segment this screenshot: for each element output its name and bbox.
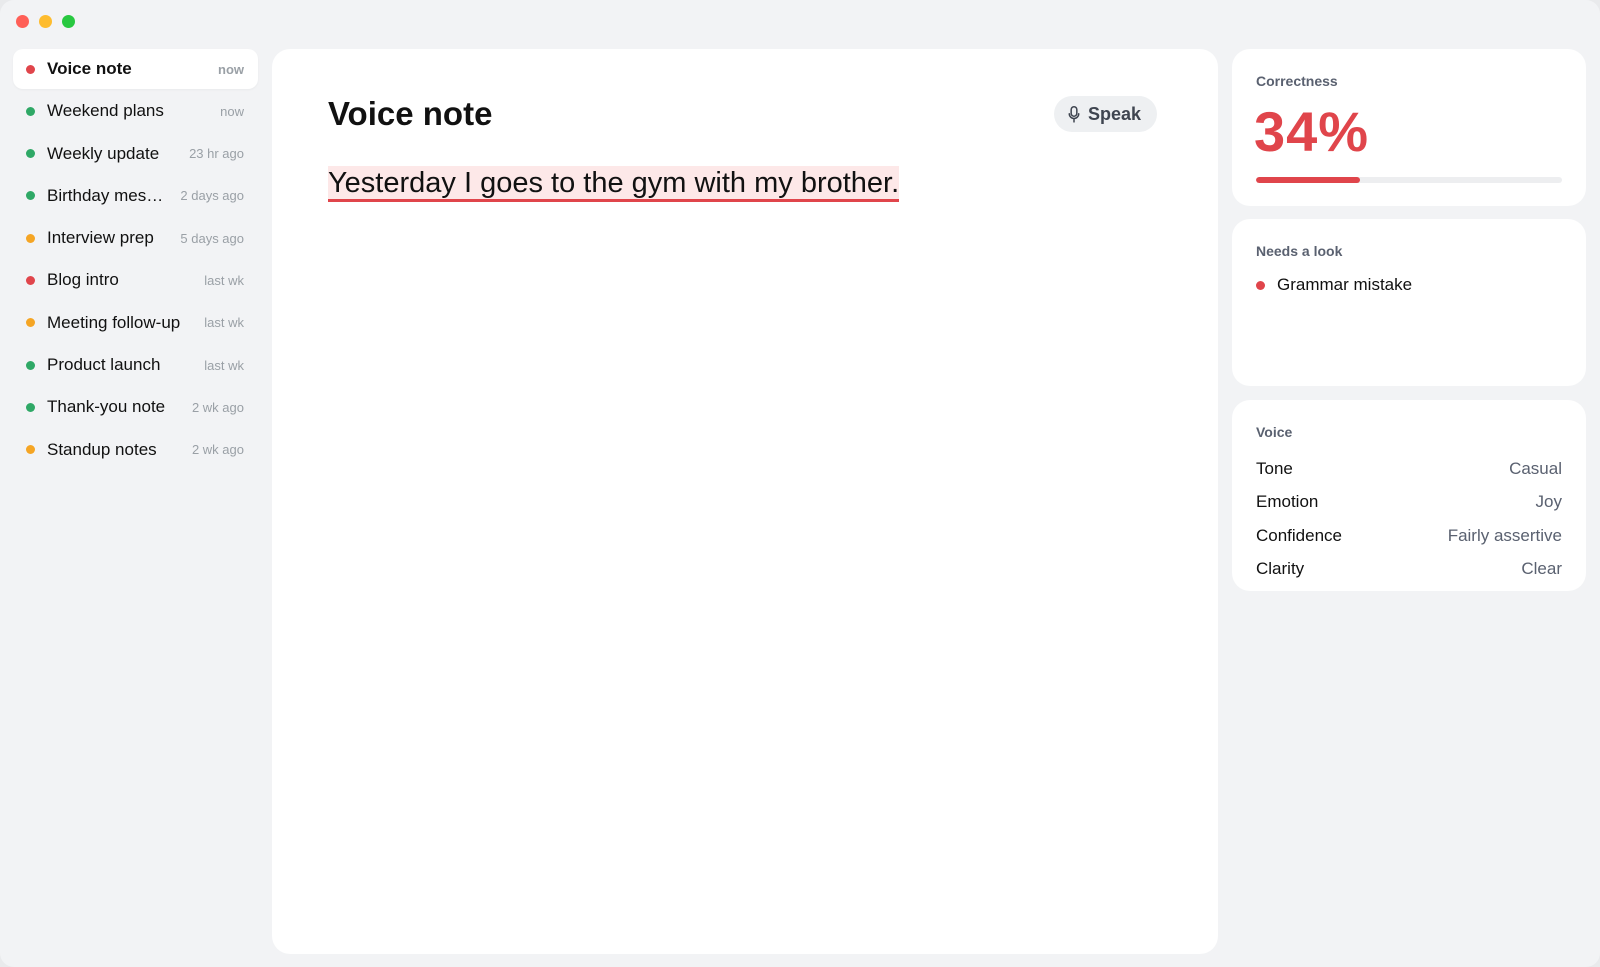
correctness-card: Correctness 34% [1232, 49, 1586, 206]
voice-label: Voice [1256, 424, 1293, 440]
close-window-button[interactable] [16, 15, 29, 28]
document-list-item[interactable]: Interview prep 5 days ago [13, 218, 258, 258]
document-title: Blog intro [47, 270, 119, 290]
document-time: last wk [204, 272, 244, 288]
document-time: 2 days ago [180, 188, 244, 204]
correctness-progress-bar [1256, 177, 1562, 183]
document-list-item[interactable]: Weekend plans now [13, 91, 258, 131]
document-list-item[interactable]: Blog intro last wk [13, 260, 258, 300]
minimize-window-button[interactable] [39, 15, 52, 28]
issue-label: Grammar mistake [1277, 275, 1413, 294]
issue-item[interactable]: Grammar mistake [1256, 275, 1412, 295]
flagged-sentence[interactable]: Yesterday I goes to the gym with my brot… [328, 166, 900, 202]
status-dot [26, 318, 35, 328]
status-dot [26, 402, 35, 412]
voice-value: Fairly assertive [1447, 525, 1562, 545]
document-title: Product launch [47, 355, 161, 375]
document-time: now [218, 61, 244, 77]
voice-key: Emotion [1256, 492, 1319, 512]
document-list-item[interactable]: Meeting follow-up last wk [13, 303, 258, 343]
document-time: last wk [204, 315, 244, 331]
voice-key: Clarity [1256, 559, 1305, 579]
voice-key: Confidence [1256, 525, 1343, 545]
voice-key: Tone [1256, 458, 1293, 478]
document-title: Thank-you note [47, 397, 166, 417]
status-dot [26, 233, 35, 243]
app-window: Voice note now Weekend plans now Weekly … [0, 0, 1600, 967]
voice-row: Confidence Fairly assertive [1256, 519, 1562, 553]
issue-dot [1256, 280, 1265, 290]
document-list-item[interactable]: Voice note now [13, 49, 258, 89]
document-title: Weekend plans [47, 101, 164, 121]
status-dot [26, 191, 35, 201]
document-list-item[interactable]: Birthday mess… 2 days ago [13, 176, 258, 216]
speak-button[interactable]: Speak [1054, 96, 1158, 132]
microphone-icon [1068, 105, 1080, 123]
document-list: Voice note now Weekend plans now Weekly … [13, 49, 258, 472]
voice-row: Emotion Joy [1256, 486, 1562, 520]
voice-row: Clarity Clear [1256, 553, 1562, 587]
document-title: Meeting follow-up [47, 312, 181, 332]
document-time: last wk [204, 357, 244, 373]
status-dot [26, 360, 35, 370]
status-dot [26, 64, 35, 74]
document-title: Weekly update [47, 143, 160, 163]
document-list-item[interactable]: Product launch last wk [13, 345, 258, 385]
speak-label: Speak [1088, 103, 1142, 124]
voice-attributes: Tone Casual Emotion Joy Confidence Fairl… [1256, 452, 1562, 586]
voice-value: Joy [1535, 492, 1562, 512]
correctness-progress-fill [1256, 177, 1361, 183]
document-heading: Voice note [328, 95, 493, 132]
status-dot [26, 275, 35, 285]
status-dot [26, 106, 35, 116]
document-time: 2 wk ago [191, 442, 244, 458]
window-controls [16, 15, 75, 28]
document-list-item[interactable]: Weekly update 23 hr ago [13, 134, 258, 174]
status-dot [26, 445, 35, 455]
editor-panel: Voice note Speak Yesterday I goes to the… [272, 49, 1218, 954]
voice-value: Casual [1509, 458, 1562, 478]
text-editor[interactable]: Yesterday I goes to the gym with my brot… [328, 166, 900, 202]
voice-row: Tone Casual [1256, 452, 1562, 486]
document-time: 23 hr ago [189, 146, 244, 162]
needs-a-look-label: Needs a look [1256, 243, 1343, 259]
document-title: Interview prep [47, 228, 154, 248]
document-time: 2 wk ago [191, 399, 244, 415]
document-title: Standup notes [47, 439, 157, 459]
correctness-label: Correctness [1256, 73, 1338, 89]
correctness-score: 34% [1254, 100, 1370, 163]
document-time: 5 days ago [180, 230, 244, 246]
document-title: Voice note [47, 59, 132, 78]
document-list-item[interactable]: Thank-you note 2 wk ago [13, 387, 258, 427]
document-list-item[interactable]: Standup notes 2 wk ago [13, 430, 258, 470]
document-time: now [220, 103, 244, 119]
needs-a-look-card: Needs a look Grammar mistake [1232, 219, 1586, 386]
document-title: Birthday mess… [47, 185, 171, 205]
zoom-window-button[interactable] [62, 15, 75, 28]
voice-card: Voice Tone Casual Emotion Joy Confidence… [1232, 400, 1586, 591]
voice-value: Clear [1521, 559, 1562, 579]
status-dot [26, 149, 35, 159]
